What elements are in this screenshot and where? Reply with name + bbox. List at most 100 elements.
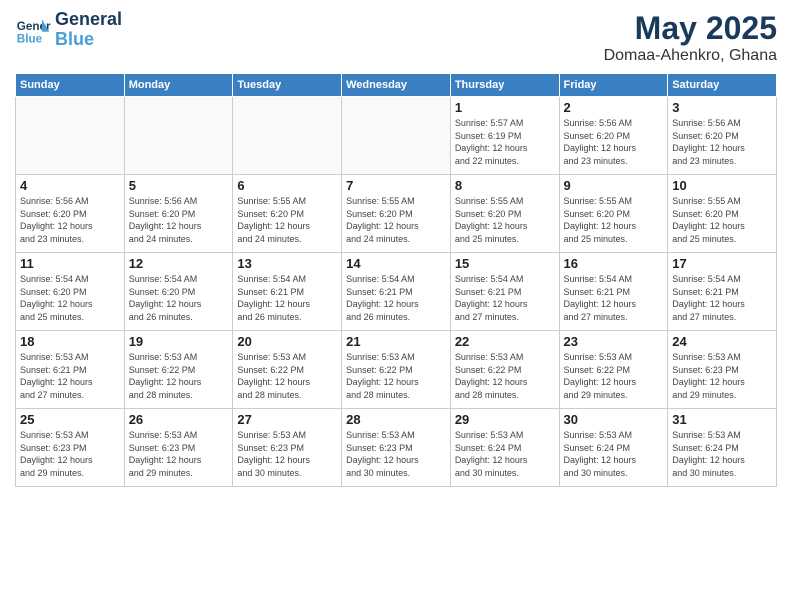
day-number: 29 [455, 412, 555, 427]
day-info: Sunrise: 5:54 AM Sunset: 6:20 PM Dayligh… [129, 273, 229, 323]
table-row: 13 Sunrise: 5:54 AM Sunset: 6:21 PM Dayli… [233, 253, 342, 331]
day-number: 20 [237, 334, 337, 349]
day-info: Sunrise: 5:54 AM Sunset: 6:20 PM Dayligh… [20, 273, 120, 323]
day-number: 30 [564, 412, 664, 427]
table-row: 28 Sunrise: 5:53 AM Sunset: 6:23 PM Dayli… [342, 409, 451, 487]
day-number: 24 [672, 334, 772, 349]
table-row: 10Sunrise: 5:55 AM Sunset: 6:20 PM Dayli… [668, 175, 777, 253]
table-row: 2Sunrise: 5:56 AM Sunset: 6:20 PM Daylig… [559, 97, 668, 175]
table-row: 29 Sunrise: 5:53 AM Sunset: 6:24 PM Dayli… [450, 409, 559, 487]
table-row: 17Sunrise: 5:54 AM Sunset: 6:21 PM Dayli… [668, 253, 777, 331]
day-number: 8 [455, 178, 555, 193]
day-number: 21 [346, 334, 446, 349]
day-info: Sunrise: 5:55 AM Sunset: 6:20 PM Dayligh… [455, 195, 555, 245]
header-sunday: Sunday [16, 74, 125, 97]
logo-line1: General [55, 10, 122, 30]
table-row: 7 Sunrise: 5:55 AM Sunset: 6:20 PM Daylig… [342, 175, 451, 253]
day-info: Sunrise: 5:53 AM Sunset: 6:23 PM Dayligh… [237, 429, 337, 479]
day-info: Sunrise: 5:55 AM Sunset: 6:20 PM Dayligh… [237, 195, 337, 245]
day-info: Sunrise: 5:53 AM Sunset: 6:22 PM Dayligh… [455, 351, 555, 401]
day-number: 6 [237, 178, 337, 193]
day-number: 7 [346, 178, 446, 193]
table-row: 8 Sunrise: 5:55 AM Sunset: 6:20 PM Daylig… [450, 175, 559, 253]
week-row-5: 25 Sunrise: 5:53 AM Sunset: 6:23 PM Dayli… [16, 409, 777, 487]
day-info: Sunrise: 5:57 AM Sunset: 6:19 PM Dayligh… [455, 117, 555, 167]
table-row: 20 Sunrise: 5:53 AM Sunset: 6:22 PM Dayli… [233, 331, 342, 409]
day-number: 17 [672, 256, 772, 271]
day-number: 28 [346, 412, 446, 427]
day-info: Sunrise: 5:53 AM Sunset: 6:22 PM Dayligh… [237, 351, 337, 401]
day-info: Sunrise: 5:54 AM Sunset: 6:21 PM Dayligh… [455, 273, 555, 323]
table-row [233, 97, 342, 175]
day-info: Sunrise: 5:53 AM Sunset: 6:23 PM Dayligh… [346, 429, 446, 479]
day-info: Sunrise: 5:53 AM Sunset: 6:23 PM Dayligh… [129, 429, 229, 479]
header-thursday: Thursday [450, 74, 559, 97]
logo-text: General Blue [55, 10, 122, 50]
month-title: May 2025 [604, 10, 777, 47]
day-number: 9 [564, 178, 664, 193]
day-info: Sunrise: 5:56 AM Sunset: 6:20 PM Dayligh… [129, 195, 229, 245]
table-row: 6 Sunrise: 5:55 AM Sunset: 6:20 PM Daylig… [233, 175, 342, 253]
day-number: 25 [20, 412, 120, 427]
day-number: 1 [455, 100, 555, 115]
header-wednesday: Wednesday [342, 74, 451, 97]
day-info: Sunrise: 5:55 AM Sunset: 6:20 PM Dayligh… [564, 195, 664, 245]
day-info: Sunrise: 5:54 AM Sunset: 6:21 PM Dayligh… [237, 273, 337, 323]
day-number: 15 [455, 256, 555, 271]
day-number: 19 [129, 334, 229, 349]
day-info: Sunrise: 5:53 AM Sunset: 6:24 PM Dayligh… [672, 429, 772, 479]
table-row: 15 Sunrise: 5:54 AM Sunset: 6:21 PM Dayli… [450, 253, 559, 331]
table-row: 30Sunrise: 5:53 AM Sunset: 6:24 PM Dayli… [559, 409, 668, 487]
day-info: Sunrise: 5:53 AM Sunset: 6:21 PM Dayligh… [20, 351, 120, 401]
svg-text:Blue: Blue [17, 32, 43, 45]
day-info: Sunrise: 5:53 AM Sunset: 6:23 PM Dayligh… [672, 351, 772, 401]
day-number: 4 [20, 178, 120, 193]
header-monday: Monday [124, 74, 233, 97]
day-info: Sunrise: 5:56 AM Sunset: 6:20 PM Dayligh… [20, 195, 120, 245]
header-tuesday: Tuesday [233, 74, 342, 97]
table-row: 31Sunrise: 5:53 AM Sunset: 6:24 PM Dayli… [668, 409, 777, 487]
day-info: Sunrise: 5:53 AM Sunset: 6:24 PM Dayligh… [455, 429, 555, 479]
day-number: 22 [455, 334, 555, 349]
day-info: Sunrise: 5:54 AM Sunset: 6:21 PM Dayligh… [564, 273, 664, 323]
week-row-1: 1 Sunrise: 5:57 AM Sunset: 6:19 PM Daylig… [16, 97, 777, 175]
day-info: Sunrise: 5:53 AM Sunset: 6:22 PM Dayligh… [129, 351, 229, 401]
table-row: 25 Sunrise: 5:53 AM Sunset: 6:23 PM Dayli… [16, 409, 125, 487]
day-info: Sunrise: 5:55 AM Sunset: 6:20 PM Dayligh… [346, 195, 446, 245]
table-row: 22 Sunrise: 5:53 AM Sunset: 6:22 PM Dayli… [450, 331, 559, 409]
table-row: 19 Sunrise: 5:53 AM Sunset: 6:22 PM Dayli… [124, 331, 233, 409]
week-row-3: 11 Sunrise: 5:54 AM Sunset: 6:20 PM Dayli… [16, 253, 777, 331]
day-info: Sunrise: 5:54 AM Sunset: 6:21 PM Dayligh… [346, 273, 446, 323]
calendar: Sunday Monday Tuesday Wednesday Thursday… [15, 73, 777, 487]
table-row: 23 Sunrise: 5:53 AM Sunset: 6:22 PM Dayli… [559, 331, 668, 409]
table-row: 27 Sunrise: 5:53 AM Sunset: 6:23 PM Dayli… [233, 409, 342, 487]
week-row-2: 4 Sunrise: 5:56 AM Sunset: 6:20 PM Daylig… [16, 175, 777, 253]
day-info: Sunrise: 5:53 AM Sunset: 6:22 PM Dayligh… [564, 351, 664, 401]
day-number: 13 [237, 256, 337, 271]
day-info: Sunrise: 5:56 AM Sunset: 6:20 PM Dayligh… [564, 117, 664, 167]
table-row: 1 Sunrise: 5:57 AM Sunset: 6:19 PM Daylig… [450, 97, 559, 175]
table-row: 16Sunrise: 5:54 AM Sunset: 6:21 PM Dayli… [559, 253, 668, 331]
table-row [342, 97, 451, 175]
table-row: 14 Sunrise: 5:54 AM Sunset: 6:21 PM Dayli… [342, 253, 451, 331]
day-info: Sunrise: 5:53 AM Sunset: 6:22 PM Dayligh… [346, 351, 446, 401]
day-number: 14 [346, 256, 446, 271]
table-row: 9 Sunrise: 5:55 AM Sunset: 6:20 PM Daylig… [559, 175, 668, 253]
day-number: 26 [129, 412, 229, 427]
day-info: Sunrise: 5:53 AM Sunset: 6:23 PM Dayligh… [20, 429, 120, 479]
week-row-4: 18Sunrise: 5:53 AM Sunset: 6:21 PM Dayli… [16, 331, 777, 409]
calendar-header-row: Sunday Monday Tuesday Wednesday Thursday… [16, 74, 777, 97]
header: General Blue General Blue May 2025 Domaa… [15, 10, 777, 65]
day-number: 23 [564, 334, 664, 349]
table-row: 12Sunrise: 5:54 AM Sunset: 6:20 PM Dayli… [124, 253, 233, 331]
table-row [16, 97, 125, 175]
day-number: 3 [672, 100, 772, 115]
day-number: 11 [20, 256, 120, 271]
table-row [124, 97, 233, 175]
page-container: General Blue General Blue May 2025 Domaa… [0, 0, 792, 497]
table-row: 4 Sunrise: 5:56 AM Sunset: 6:20 PM Daylig… [16, 175, 125, 253]
table-row: 24 Sunrise: 5:53 AM Sunset: 6:23 PM Dayli… [668, 331, 777, 409]
table-row: 26 Sunrise: 5:53 AM Sunset: 6:23 PM Dayli… [124, 409, 233, 487]
table-row: 3Sunrise: 5:56 AM Sunset: 6:20 PM Daylig… [668, 97, 777, 175]
day-number: 27 [237, 412, 337, 427]
